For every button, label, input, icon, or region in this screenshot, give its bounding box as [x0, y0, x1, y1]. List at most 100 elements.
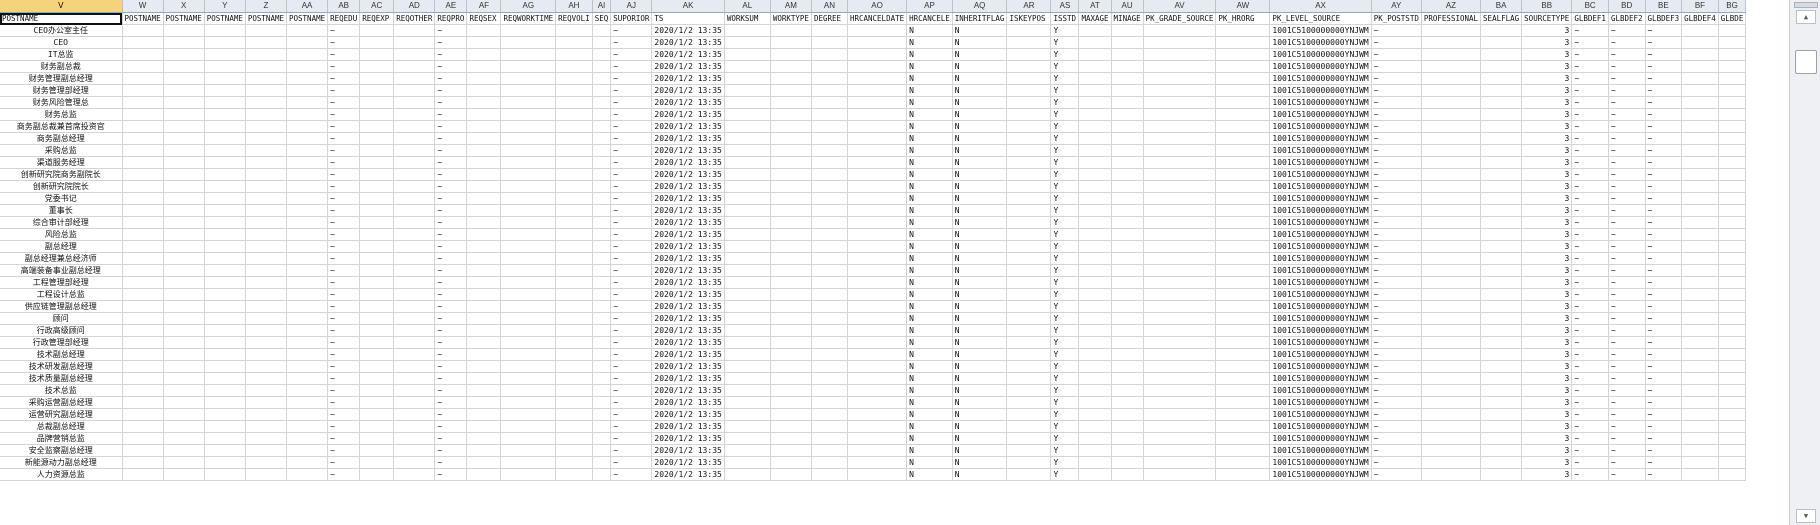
cell[interactable] [359, 84, 395, 97]
cell[interactable] [393, 348, 436, 361]
post-name-cell[interactable]: 技术总监 [0, 384, 123, 397]
cell[interactable] [1006, 396, 1052, 409]
cell[interactable] [724, 84, 771, 97]
cell[interactable] [1215, 96, 1271, 109]
cell[interactable] [500, 384, 557, 397]
cell[interactable] [1078, 396, 1112, 409]
cell[interactable] [1480, 132, 1523, 145]
cell[interactable] [847, 432, 908, 445]
cell[interactable] [811, 108, 848, 121]
cell[interactable] [1421, 336, 1482, 349]
cell[interactable] [724, 456, 771, 469]
cell[interactable] [724, 312, 771, 325]
cell[interactable] [122, 312, 164, 325]
cell[interactable]: N [952, 72, 1008, 85]
cell[interactable] [204, 444, 246, 457]
cell[interactable]: Y [1050, 108, 1080, 121]
cell[interactable]: ~ [327, 204, 361, 217]
cell[interactable] [1078, 60, 1112, 73]
cell[interactable]: ~ [1371, 108, 1422, 121]
cell[interactable] [500, 360, 557, 373]
cell[interactable]: ~ [1571, 96, 1609, 109]
cell[interactable] [1143, 132, 1217, 145]
cell[interactable]: N [952, 96, 1008, 109]
cell[interactable]: 1001C5100000000YNJWM [1269, 228, 1372, 241]
cell[interactable]: ~ [1371, 384, 1422, 397]
cell[interactable]: ~ [327, 348, 361, 361]
cell[interactable]: ~ [1571, 264, 1609, 277]
cell[interactable] [500, 252, 557, 265]
cell[interactable] [1681, 384, 1719, 397]
cell[interactable] [555, 420, 593, 433]
cell[interactable]: Y [1050, 60, 1080, 73]
cell[interactable] [1681, 372, 1719, 385]
cell[interactable] [724, 396, 771, 409]
cell[interactable] [393, 60, 436, 73]
cell[interactable]: Y [1050, 348, 1080, 361]
cell[interactable]: ~ [610, 96, 653, 109]
cell[interactable]: ~ [327, 312, 361, 325]
ts-cell[interactable]: 2020/1/2 13:35 [651, 180, 725, 193]
cell[interactable] [811, 408, 848, 421]
column-header-af[interactable]: AF [466, 0, 502, 13]
cell[interactable] [1718, 360, 1747, 373]
cell[interactable]: ~ [1608, 132, 1646, 145]
cell[interactable] [847, 216, 908, 229]
cell[interactable] [163, 48, 205, 61]
cell[interactable] [1718, 156, 1747, 169]
cell[interactable] [500, 420, 557, 433]
post-name-cell[interactable]: 商务副总裁兼首席投资官 [0, 120, 123, 133]
cell[interactable] [1143, 240, 1217, 253]
cell[interactable]: ~ [1645, 216, 1683, 229]
cell[interactable]: ~ [1371, 72, 1422, 85]
cell[interactable]: 1001C5100000000YNJWM [1269, 288, 1372, 301]
post-name-cell[interactable]: 供应链管理副总经理 [0, 300, 123, 313]
cell[interactable] [1480, 252, 1523, 265]
ts-cell[interactable]: 2020/1/2 13:35 [651, 468, 725, 481]
cell[interactable] [555, 108, 593, 121]
cell[interactable] [1718, 468, 1747, 481]
cell[interactable]: N [952, 216, 1008, 229]
cell[interactable] [555, 180, 593, 193]
column-header-be[interactable]: BE [1645, 0, 1683, 13]
cell[interactable]: ~ [1571, 312, 1609, 325]
cell[interactable] [1681, 408, 1719, 421]
cell[interactable]: N [906, 444, 953, 457]
cell[interactable] [847, 264, 908, 277]
post-name-cell[interactable]: 财务总监 [0, 108, 123, 121]
cell[interactable] [286, 144, 329, 157]
cell[interactable] [204, 132, 246, 145]
cell[interactable] [555, 192, 593, 205]
cell[interactable] [393, 372, 436, 385]
cell[interactable] [466, 24, 502, 37]
cell[interactable] [204, 276, 246, 289]
cell[interactable] [1718, 228, 1747, 241]
cell[interactable]: ~ [1608, 180, 1646, 193]
ts-cell[interactable]: 2020/1/2 13:35 [651, 120, 725, 133]
cell[interactable]: 3 [1521, 360, 1573, 373]
post-name-cell[interactable]: 创新研究院院长 [0, 180, 123, 193]
cell[interactable] [1006, 96, 1052, 109]
cell[interactable]: ~ [1608, 24, 1646, 37]
cell[interactable] [1681, 468, 1719, 481]
cell[interactable]: ~ [1645, 156, 1683, 169]
cell[interactable]: ~ [610, 228, 653, 241]
cell[interactable] [1143, 468, 1217, 481]
cell[interactable] [1215, 300, 1271, 313]
field-name-cell[interactable]: GLBDEF3 [1645, 12, 1683, 25]
cell[interactable] [466, 216, 502, 229]
cell[interactable] [122, 456, 164, 469]
cell[interactable] [466, 264, 502, 277]
cell[interactable] [1006, 360, 1052, 373]
cell[interactable] [592, 300, 612, 313]
cell[interactable]: ~ [1571, 144, 1609, 157]
cell[interactable]: N [952, 228, 1008, 241]
cell[interactable] [204, 24, 246, 37]
cell[interactable]: N [952, 348, 1008, 361]
cell[interactable] [466, 180, 502, 193]
cell[interactable] [724, 60, 771, 73]
field-name-cell[interactable]: POSTNAME [163, 12, 205, 25]
cell[interactable] [811, 240, 848, 253]
cell[interactable]: ~ [610, 24, 653, 37]
cell[interactable] [1718, 36, 1747, 49]
